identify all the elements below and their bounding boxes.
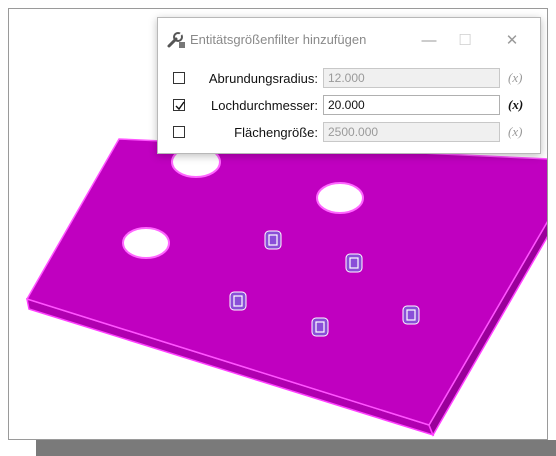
face-area-input[interactable]: 2500.000 (323, 122, 500, 142)
hole-large[interactable] (316, 182, 364, 214)
entity-size-filter-dialog: Entitätsgrößenfilter hinzufügen — ☐ ✕ Ab… (157, 17, 541, 154)
filter-row-hole-diameter: Lochdurchmesser: 20.000 (x) (158, 95, 542, 117)
hole-large[interactable] (122, 227, 170, 259)
wrench-filter-icon (166, 30, 186, 50)
hole-diameter-label: Lochdurchmesser: (211, 98, 318, 113)
hole-small[interactable] (402, 305, 420, 325)
fillet-radius-label: Abrundungsradius: (208, 71, 318, 86)
fillet-radius-checkbox[interactable] (173, 72, 185, 84)
hole-diameter-expression-button[interactable]: (x) (508, 97, 523, 113)
filter-row-face-area: Flächengröße: 2500.000 (x) (158, 122, 542, 144)
hole-diameter-input[interactable]: 20.000 (323, 95, 500, 115)
fillet-radius-expression-button[interactable]: (x) (508, 70, 522, 86)
close-button[interactable]: ✕ (497, 26, 527, 54)
dialog-title: Entitätsgrößenfilter hinzufügen (190, 32, 367, 47)
face-area-expression-button[interactable]: (x) (508, 124, 522, 140)
face-area-checkbox[interactable] (173, 126, 185, 138)
window-shadow (36, 440, 556, 456)
hole-small[interactable] (311, 317, 329, 337)
dialog-titlebar[interactable]: Entitätsgrößenfilter hinzufügen — ☐ ✕ (158, 18, 540, 62)
minimize-button[interactable]: — (414, 26, 444, 54)
hole-diameter-checkbox[interactable] (173, 99, 185, 111)
filter-row-fillet-radius: Abrundungsradius: 12.000 (x) (158, 68, 542, 90)
face-area-label: Flächengröße: (234, 125, 318, 140)
hole-small[interactable] (345, 253, 363, 273)
hole-small[interactable] (264, 230, 282, 250)
hole-small[interactable] (229, 291, 247, 311)
fillet-radius-input[interactable]: 12.000 (323, 68, 500, 88)
maximize-button[interactable]: ☐ (450, 26, 480, 54)
checkmark-icon (175, 101, 185, 111)
